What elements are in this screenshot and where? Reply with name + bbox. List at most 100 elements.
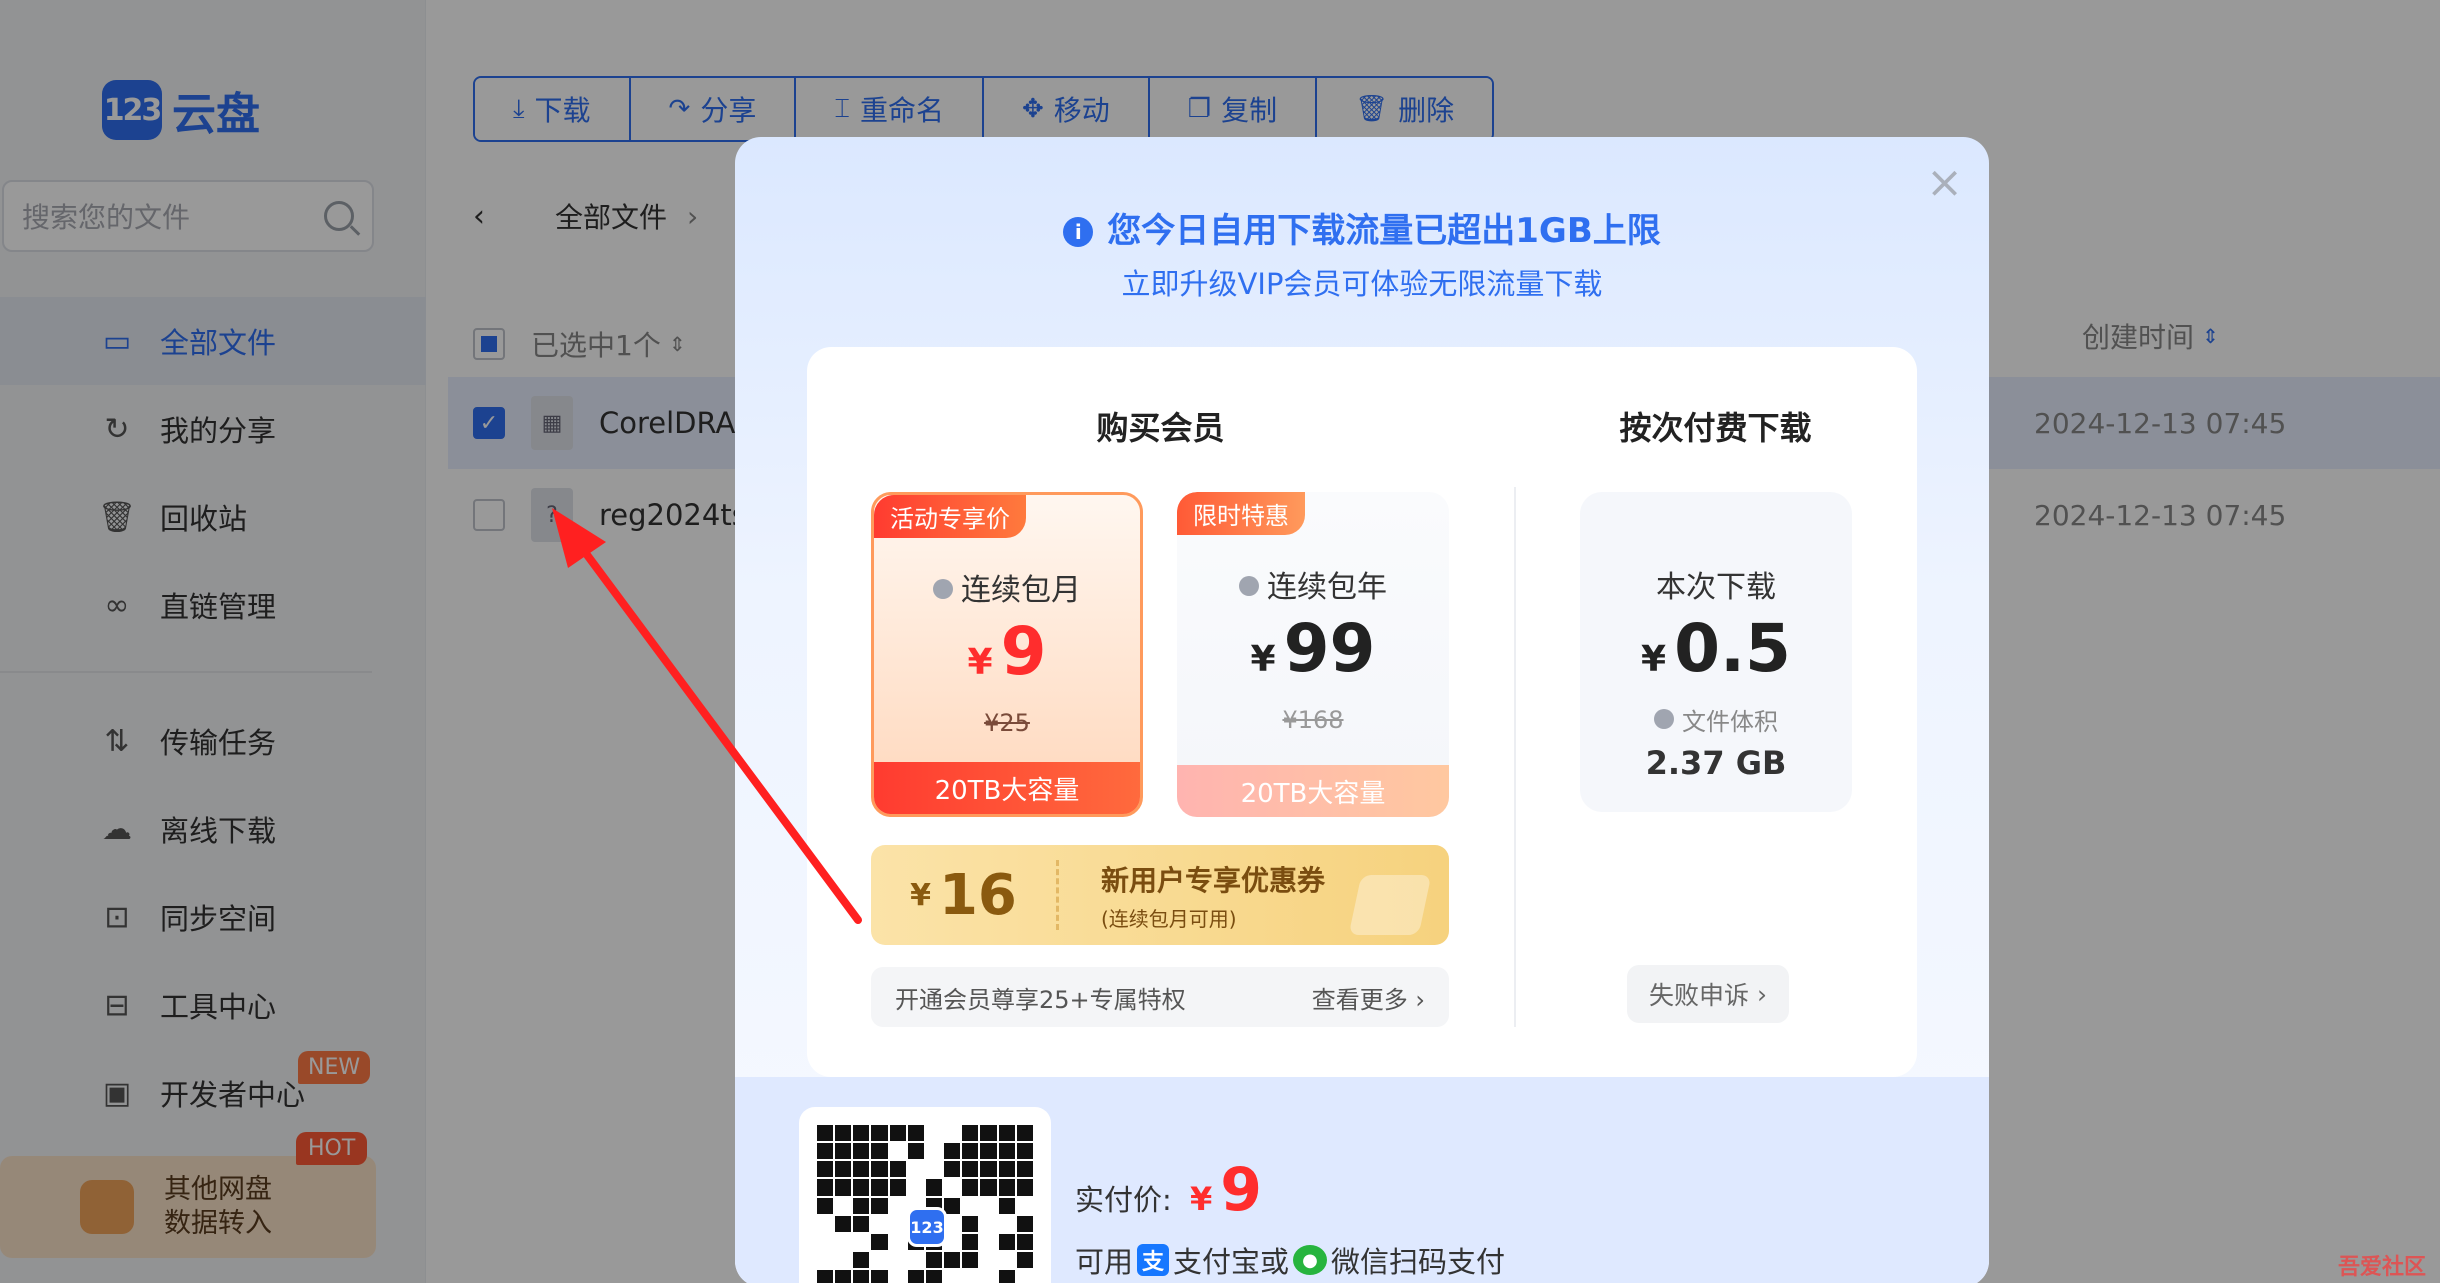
qr-module <box>998 1161 1015 1178</box>
qr-module <box>998 1125 1015 1142</box>
currency-symbol: ¥ <box>1190 1180 1213 1218</box>
pay-per-download-box[interactable]: 本次下载 ¥0.5 文件体积 2.37 GB <box>1580 492 1852 812</box>
qr-module <box>998 1233 1015 1251</box>
qr-module <box>871 1270 888 1283</box>
wechat-icon: ● <box>1293 1245 1328 1275</box>
coupon-value: 16 <box>938 862 1017 928</box>
plan-footer: 20TB大容量 <box>874 762 1140 814</box>
qr-module <box>889 1197 906 1214</box>
info-dot-icon <box>933 579 953 599</box>
plan-footer: 20TB大容量 <box>1177 765 1449 817</box>
purchase-card: 购买会员 按次付费下载 活动专享价 连续包月 ¥9 ¥25 20TB大容量 限时… <box>807 347 1917 1077</box>
qr-module <box>980 1179 997 1196</box>
plan-tag: 活动专享价 <box>874 495 1026 538</box>
plan-price: ¥9 <box>874 613 1140 690</box>
failure-appeal-button[interactable]: 失败申诉 › <box>1627 965 1789 1023</box>
qr-module <box>1016 1197 1033 1214</box>
qr-module <box>907 1161 924 1178</box>
qr-module <box>944 1197 961 1214</box>
qr-module <box>889 1179 906 1196</box>
plan-yearly[interactable]: 限时特惠 连续包年 ¥99 ¥168 20TB大容量 <box>1177 492 1449 817</box>
qr-module <box>962 1179 979 1196</box>
price-value: 0.5 <box>1674 610 1791 687</box>
qr-grid <box>817 1125 1033 1283</box>
perks-more-link[interactable]: 查看更多 › <box>1312 980 1425 1015</box>
qr-module <box>944 1179 961 1196</box>
qr-module <box>998 1197 1015 1214</box>
info-dot-icon <box>1654 709 1674 729</box>
qr-module <box>853 1197 870 1214</box>
qr-module <box>817 1215 834 1232</box>
payment-qr-code: 123 <box>799 1107 1051 1283</box>
buy-membership-title: 购买会员 <box>1096 409 1225 447</box>
qr-module <box>907 1179 924 1196</box>
qr-module <box>1016 1179 1033 1196</box>
ppd-price: ¥0.5 <box>1580 610 1852 687</box>
new-user-coupon[interactable]: ¥16 新用户专享优惠券 (连续包月可用) <box>871 845 1449 945</box>
qr-module <box>835 1179 852 1196</box>
qr-module <box>980 1215 997 1232</box>
qr-module <box>907 1252 924 1269</box>
pay-price: ¥9 <box>1190 1155 1262 1225</box>
qr-module <box>925 1125 943 1142</box>
file-size-label-text: 文件体积 <box>1682 708 1778 736</box>
modal-title-text: 您今日自用下载流量已超出1GB上限 <box>1107 211 1661 251</box>
qr-module <box>980 1270 997 1283</box>
modal-title: i 您今日自用下载流量已超出1GB上限 <box>735 203 1989 252</box>
chevron-right-icon: › <box>1415 985 1425 1014</box>
pay-label: 实付价: <box>1075 1183 1172 1217</box>
qr-module <box>835 1215 852 1232</box>
qr-module <box>889 1233 906 1251</box>
wechat-label: 微信扫码支付 <box>1331 1245 1506 1279</box>
original-price: ¥25 <box>984 709 1030 737</box>
info-dot-icon <box>1239 576 1259 596</box>
qr-module <box>962 1143 979 1160</box>
file-size-label: 文件体积 <box>1580 702 1852 737</box>
qr-logo: 123 <box>907 1207 947 1247</box>
member-perks-bar[interactable]: 开通会员尊享25+专属特权 查看更多 › <box>871 967 1449 1027</box>
qr-module <box>871 1143 888 1160</box>
qr-module <box>853 1161 870 1178</box>
perks-text: 开通会员尊享25+专属特权 <box>895 985 1186 1014</box>
info-icon: i <box>1063 217 1094 247</box>
qr-module <box>998 1143 1015 1160</box>
qr-module <box>962 1252 979 1269</box>
qr-module <box>1016 1161 1033 1178</box>
plan-name-text: 连续包年 <box>1267 570 1387 605</box>
qr-module <box>1016 1270 1033 1283</box>
close-icon[interactable]: × <box>1926 157 1963 208</box>
qr-module <box>835 1125 852 1142</box>
pay-price-value: 9 <box>1220 1155 1263 1225</box>
qr-module <box>907 1270 924 1283</box>
qr-module <box>871 1125 888 1142</box>
qr-module <box>871 1252 888 1269</box>
qr-module <box>925 1179 943 1196</box>
plan-monthly[interactable]: 活动专享价 连续包月 ¥9 ¥25 20TB大容量 <box>871 492 1143 817</box>
qr-module <box>944 1125 961 1142</box>
ppd-label: 本次下载 <box>1656 570 1776 605</box>
plan-name: 连续包年 <box>1177 562 1449 606</box>
qr-module <box>889 1252 906 1269</box>
qr-module <box>925 1143 943 1160</box>
qr-module <box>944 1143 961 1160</box>
payment-section: 123 实付价: ¥9 可用 支 支付宝或 ● 微信扫码支付 <box>735 1077 1989 1283</box>
qr-module <box>889 1143 906 1160</box>
qr-module <box>1016 1233 1033 1251</box>
qr-module <box>962 1125 979 1142</box>
qr-module <box>925 1252 943 1269</box>
qr-module <box>1016 1215 1033 1232</box>
quota-exceeded-modal: × i 您今日自用下载流量已超出1GB上限 立即升级VIP会员可体验无限流量下载 … <box>735 137 1989 1283</box>
qr-module <box>962 1197 979 1214</box>
currency-symbol: ¥ <box>1250 639 1276 680</box>
currency-symbol: ¥ <box>1641 639 1667 680</box>
qr-module <box>925 1161 943 1178</box>
qr-module <box>817 1270 834 1283</box>
coupon-amount: ¥16 <box>871 860 1059 930</box>
qr-module <box>889 1270 906 1283</box>
qr-module <box>980 1252 997 1269</box>
qr-module <box>835 1252 852 1269</box>
qr-module <box>853 1179 870 1196</box>
qr-module <box>835 1197 852 1214</box>
qr-module <box>1016 1143 1033 1160</box>
section-divider <box>1514 487 1516 1027</box>
